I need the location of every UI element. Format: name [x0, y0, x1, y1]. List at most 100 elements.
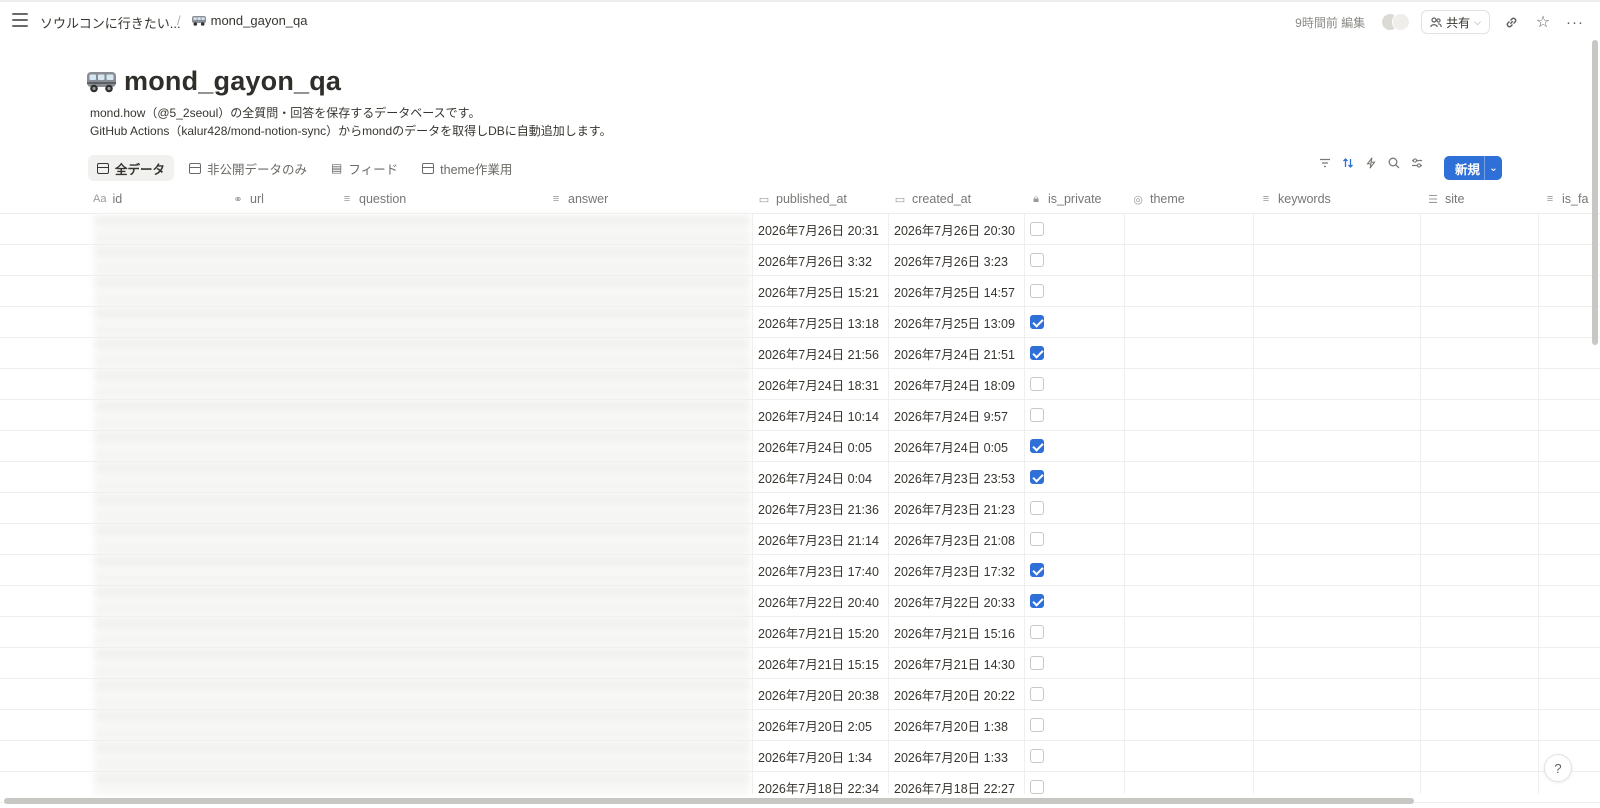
is-private-checkbox[interactable] — [1030, 749, 1044, 763]
table-row[interactable]: 2026年7月23日 21:36 2026年7月23日 21:23 — [0, 493, 1600, 524]
is-private-checkbox[interactable] — [1030, 222, 1044, 236]
is-private-checkbox[interactable] — [1030, 253, 1044, 267]
is-private-checkbox[interactable] — [1030, 687, 1044, 701]
column-header-url[interactable]: ⚭ url — [232, 184, 264, 214]
table-row[interactable]: 2026年7月21日 15:20 2026年7月21日 15:16 — [0, 617, 1600, 648]
table-row[interactable]: 2026年7月20日 2:05 2026年7月20日 1:38 — [0, 710, 1600, 741]
table-row[interactable]: 2026年7月24日 0:04 2026年7月23日 23:53 — [0, 462, 1600, 493]
published-at-cell[interactable]: 2026年7月23日 17:40 — [758, 555, 879, 586]
created-at-cell[interactable]: 2026年7月24日 9:57 — [894, 400, 1008, 431]
is-private-checkbox[interactable] — [1030, 315, 1044, 329]
settings-sliders-icon[interactable] — [1410, 156, 1424, 170]
table-row[interactable]: 2026年7月21日 15:15 2026年7月21日 14:30 — [0, 648, 1600, 679]
published-at-cell[interactable]: 2026年7月25日 15:21 — [758, 276, 879, 307]
created-at-cell[interactable]: 2026年7月24日 21:51 — [894, 338, 1015, 369]
created-at-cell[interactable]: 2026年7月23日 23:53 — [894, 462, 1015, 493]
table-row[interactable]: 2026年7月24日 21:56 2026年7月24日 21:51 — [0, 338, 1600, 369]
column-header-theme[interactable]: ◎ theme — [1132, 184, 1185, 214]
is-private-checkbox[interactable] — [1030, 625, 1044, 639]
filter-icon[interactable] — [1318, 156, 1332, 170]
tab-private-only[interactable]: 非公開データのみ — [180, 155, 316, 181]
table-row[interactable]: 2026年7月20日 1:34 2026年7月20日 1:33 — [0, 741, 1600, 772]
is-private-checkbox[interactable] — [1030, 377, 1044, 391]
tab-all-data[interactable]: 全データ — [88, 155, 175, 181]
table-row[interactable]: 2026年7月23日 21:14 2026年7月23日 21:08 — [0, 524, 1600, 555]
tab-theme-work[interactable]: theme作業用 — [413, 155, 521, 181]
table-row[interactable]: 2026年7月24日 10:14 2026年7月24日 9:57 — [0, 400, 1600, 431]
column-header-site[interactable]: ☰ site — [1427, 184, 1464, 214]
is-private-checkbox[interactable] — [1030, 718, 1044, 732]
automation-icon[interactable] — [1364, 156, 1378, 170]
is-private-checkbox[interactable] — [1030, 532, 1044, 546]
published-at-cell[interactable]: 2026年7月21日 15:15 — [758, 648, 879, 679]
created-at-cell[interactable]: 2026年7月25日 14:57 — [894, 276, 1015, 307]
link-icon[interactable] — [1500, 11, 1522, 33]
help-button[interactable]: ? — [1544, 754, 1572, 782]
table-row[interactable]: 2026年7月24日 0:05 2026年7月24日 0:05 — [0, 431, 1600, 462]
table-row[interactable]: 2026年7月25日 13:18 2026年7月25日 13:09 — [0, 307, 1600, 338]
published-at-cell[interactable]: 2026年7月26日 3:32 — [758, 245, 872, 276]
published-at-cell[interactable]: 2026年7月26日 20:31 — [758, 214, 879, 245]
is-private-checkbox[interactable] — [1030, 470, 1044, 484]
is-private-checkbox[interactable] — [1030, 656, 1044, 670]
created-at-cell[interactable]: 2026年7月22日 20:33 — [894, 586, 1015, 617]
created-at-cell[interactable]: 2026年7月24日 18:09 — [894, 369, 1015, 400]
column-header-is-private[interactable]: 🔒︎ is_private — [1030, 184, 1101, 214]
created-at-cell[interactable]: 2026年7月20日 1:38 — [894, 710, 1008, 741]
created-at-cell[interactable]: 2026年7月24日 0:05 — [894, 431, 1008, 462]
published-at-cell[interactable]: 2026年7月23日 21:36 — [758, 493, 879, 524]
column-header-keywords[interactable]: ≡ keywords — [1260, 184, 1331, 214]
vertical-scrollbar[interactable] — [1592, 40, 1598, 345]
created-at-cell[interactable]: 2026年7月23日 21:08 — [894, 524, 1015, 555]
table-row[interactable]: 2026年7月25日 15:21 2026年7月25日 14:57 — [0, 276, 1600, 307]
column-header-question[interactable]: ≡ question — [341, 184, 406, 214]
tab-feed[interactable]: ▤ フィード — [322, 155, 407, 181]
is-private-checkbox[interactable] — [1030, 439, 1044, 453]
published-at-cell[interactable]: 2026年7月24日 10:14 — [758, 400, 879, 431]
search-icon[interactable] — [1387, 156, 1401, 170]
is-private-checkbox[interactable] — [1030, 780, 1044, 794]
published-at-cell[interactable]: 2026年7月20日 1:34 — [758, 741, 872, 772]
column-header-is-fa[interactable]: ≡ is_fa — [1544, 184, 1589, 214]
is-private-checkbox[interactable] — [1030, 408, 1044, 422]
published-at-cell[interactable]: 2026年7月24日 21:56 — [758, 338, 879, 369]
is-private-checkbox[interactable] — [1030, 284, 1044, 298]
published-at-cell[interactable]: 2026年7月20日 20:38 — [758, 679, 879, 710]
published-at-cell[interactable]: 2026年7月20日 2:05 — [758, 710, 872, 741]
created-at-cell[interactable]: 2026年7月21日 15:16 — [894, 617, 1015, 648]
horizontal-scrollbar[interactable] — [4, 798, 1414, 804]
created-at-cell[interactable]: 2026年7月20日 1:33 — [894, 741, 1008, 772]
is-private-checkbox[interactable] — [1030, 563, 1044, 577]
created-at-cell[interactable]: 2026年7月26日 20:30 — [894, 214, 1015, 245]
menu-icon[interactable] — [12, 13, 28, 27]
breadcrumb-current[interactable]: mond_gayon_qa — [191, 13, 307, 28]
star-icon[interactable]: ☆ — [1532, 11, 1554, 33]
new-button[interactable]: 新規 ⌄ — [1444, 156, 1502, 180]
created-at-cell[interactable]: 2026年7月26日 3:23 — [894, 245, 1008, 276]
column-header-answer[interactable]: ≡ answer — [550, 184, 609, 214]
share-button[interactable]: 共有 ⌵ — [1421, 10, 1490, 34]
created-at-cell[interactable]: 2026年7月25日 13:09 — [894, 307, 1015, 338]
chevron-down-icon[interactable]: ⌄ — [1485, 163, 1502, 174]
published-at-cell[interactable]: 2026年7月24日 0:05 — [758, 431, 872, 462]
is-private-checkbox[interactable] — [1030, 346, 1044, 360]
published-at-cell[interactable]: 2026年7月23日 21:14 — [758, 524, 879, 555]
table-row[interactable]: 2026年7月24日 18:31 2026年7月24日 18:09 — [0, 369, 1600, 400]
sort-icon[interactable] — [1341, 156, 1355, 170]
table-row[interactable]: 2026年7月22日 20:40 2026年7月22日 20:33 — [0, 586, 1600, 617]
column-header-created-at[interactable]: ▭ created_at — [894, 184, 971, 214]
table-row[interactable]: 2026年7月26日 20:31 2026年7月26日 20:30 — [0, 214, 1600, 245]
avatar-group[interactable] — [1381, 12, 1411, 32]
is-private-checkbox[interactable] — [1030, 501, 1044, 515]
breadcrumb-parent[interactable]: ソウルコンに行きたい... — [40, 13, 181, 32]
is-private-checkbox[interactable] — [1030, 594, 1044, 608]
created-at-cell[interactable]: 2026年7月20日 20:22 — [894, 679, 1015, 710]
published-at-cell[interactable]: 2026年7月24日 18:31 — [758, 369, 879, 400]
published-at-cell[interactable]: 2026年7月21日 15:20 — [758, 617, 879, 648]
table-row[interactable]: 2026年7月20日 20:38 2026年7月20日 20:22 — [0, 679, 1600, 710]
table-row[interactable]: 2026年7月26日 3:32 2026年7月26日 3:23 — [0, 245, 1600, 276]
published-at-cell[interactable]: 2026年7月24日 0:04 — [758, 462, 872, 493]
table-row[interactable]: 2026年7月23日 17:40 2026年7月23日 17:32 — [0, 555, 1600, 586]
created-at-cell[interactable]: 2026年7月21日 14:30 — [894, 648, 1015, 679]
column-header-published-at[interactable]: ▭ published_at — [758, 184, 847, 214]
